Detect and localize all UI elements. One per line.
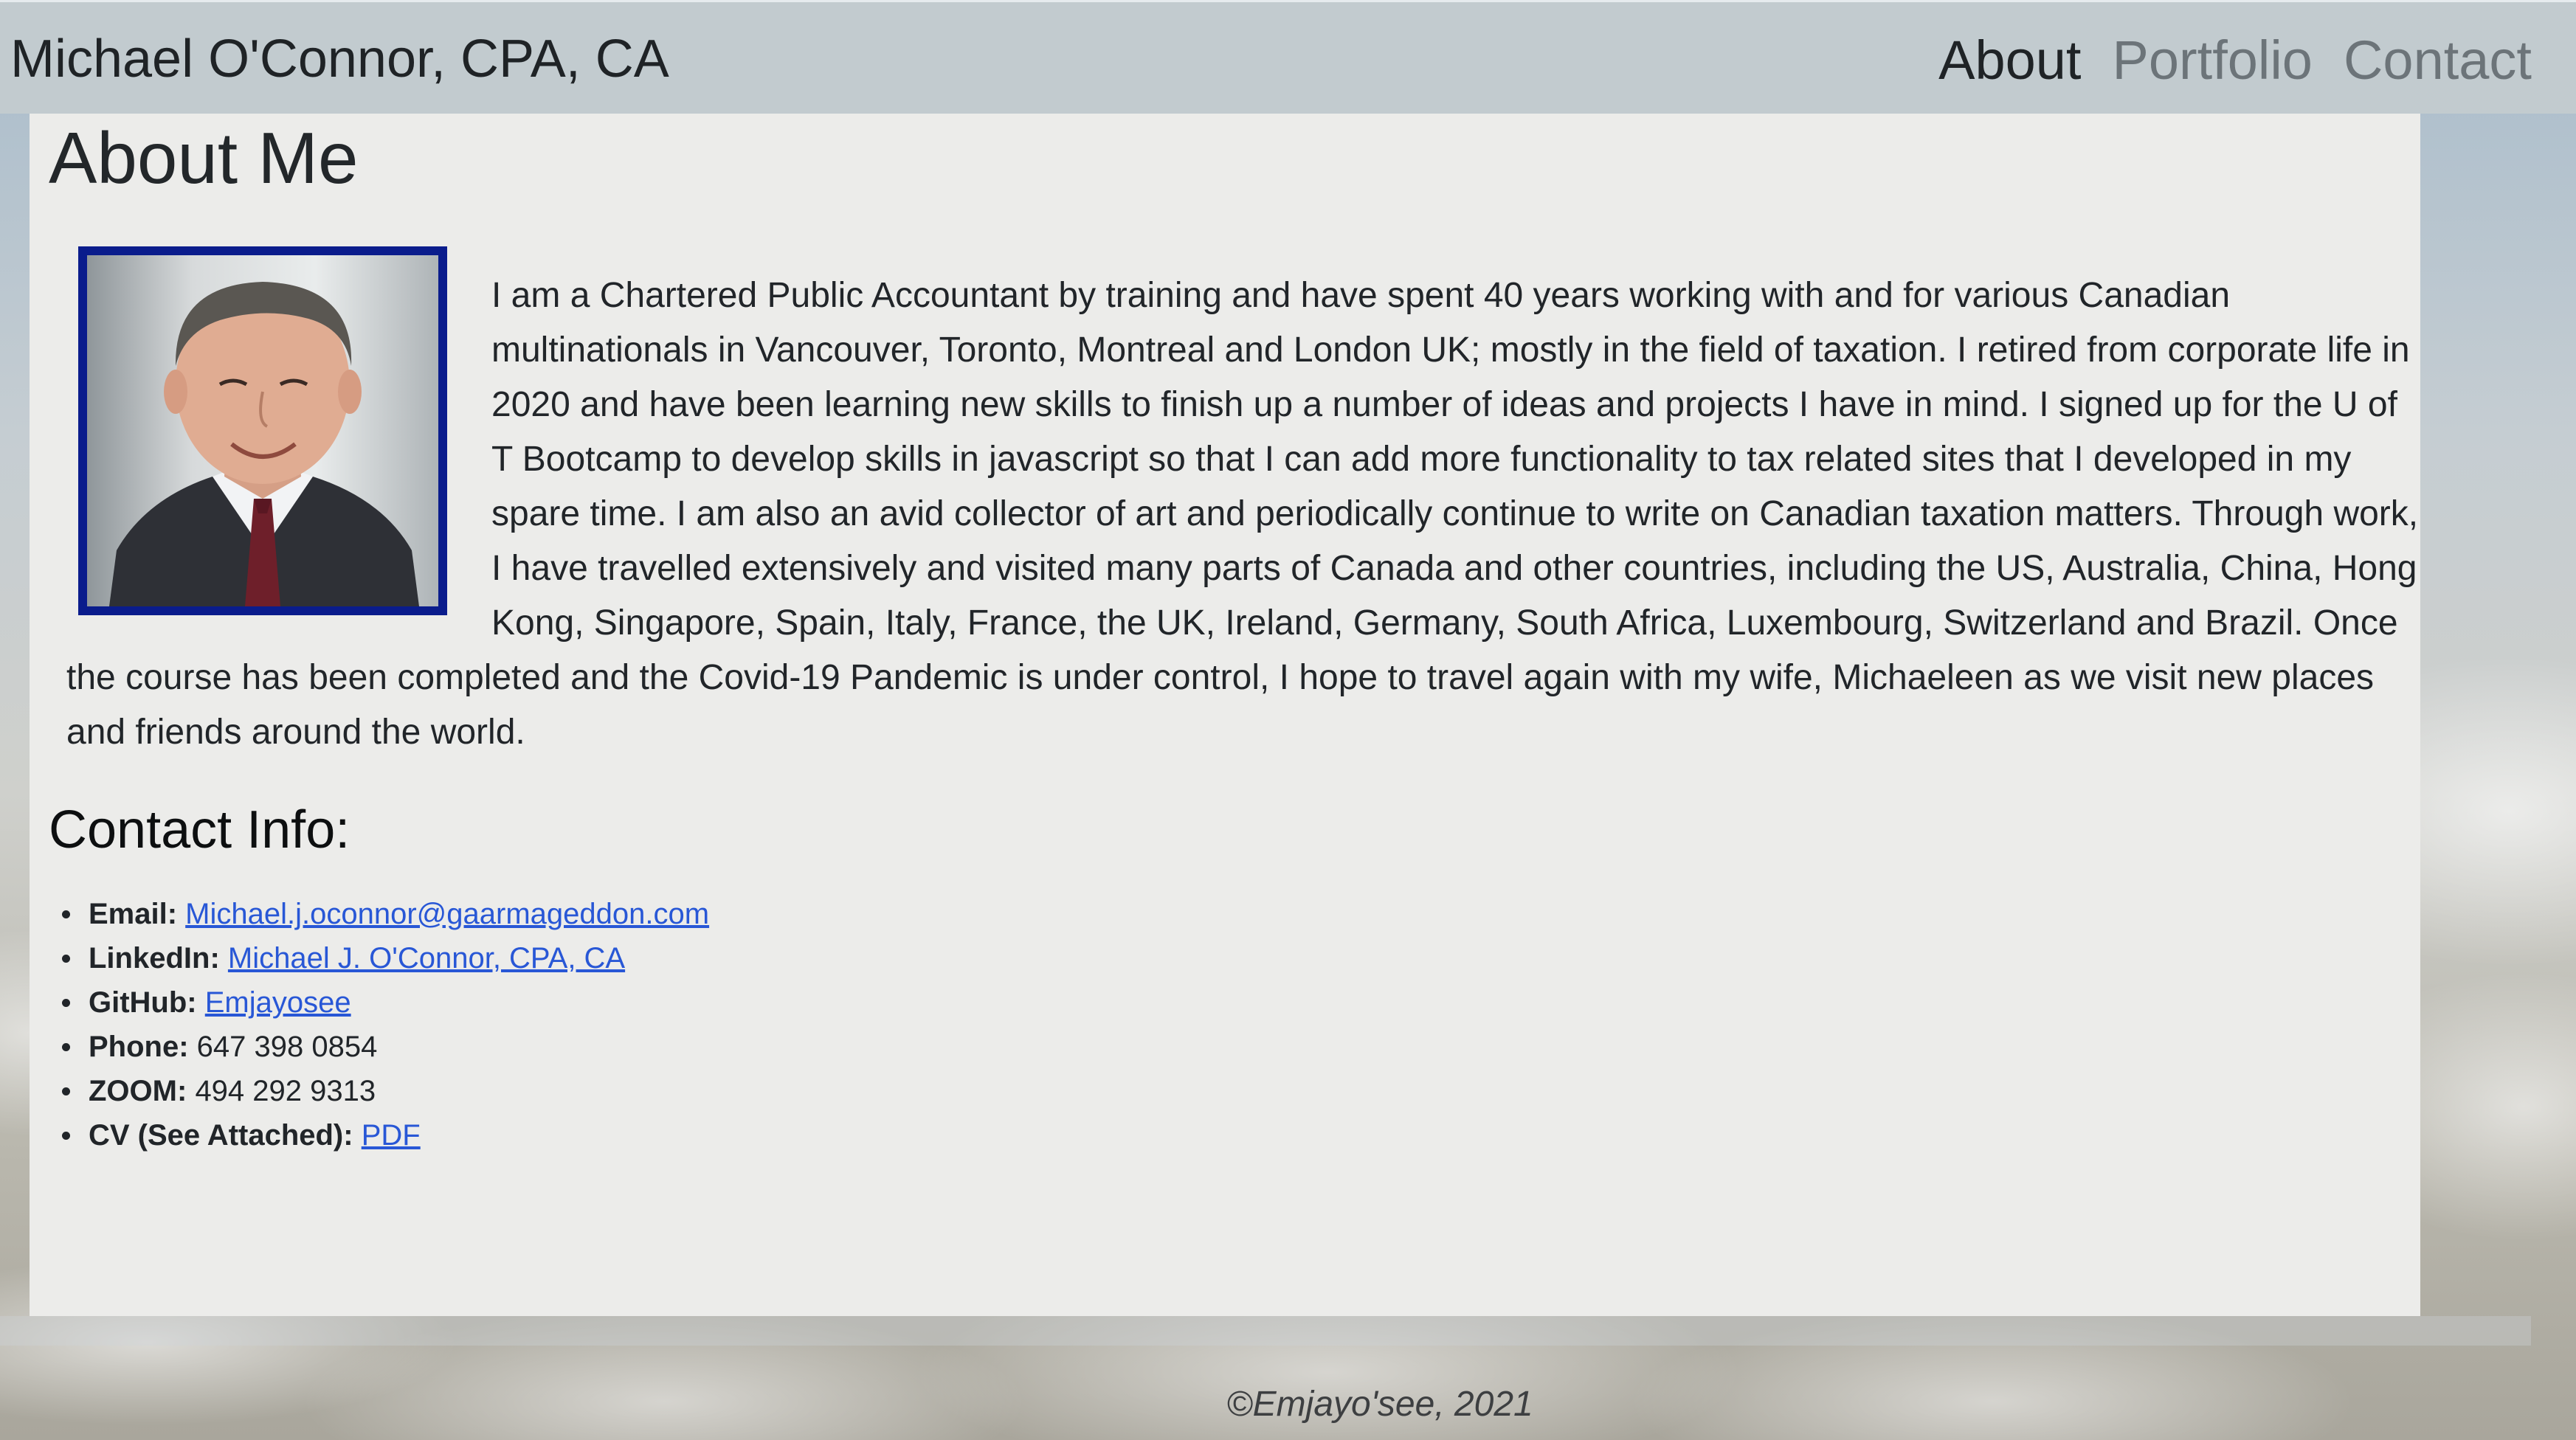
contact-label: Phone: — [89, 1031, 189, 1063]
contact-item-phone: Phone: 647 398 0854 — [59, 1025, 709, 1069]
cv-pdf-link[interactable]: PDF — [362, 1119, 421, 1152]
nav-portfolio-link[interactable]: Portfolio — [2113, 29, 2313, 91]
footer-divider — [0, 1316, 2531, 1346]
site-brand[interactable]: Michael O'Connor, CPA, CA — [10, 29, 669, 89]
navbar: Michael O'Connor, CPA, CA About Portfoli… — [0, 0, 2576, 114]
contact-label: CV (See Attached): — [89, 1119, 353, 1152]
about-section: I am a Chartered Public Accountant by tr… — [66, 246, 2420, 760]
main-nav: About Portfolio Contact — [1938, 29, 2532, 91]
contact-title: Contact Info: — [49, 800, 351, 859]
contact-label: LinkedIn: — [89, 942, 220, 975]
nav-about-link[interactable]: About — [1938, 29, 2081, 91]
contact-label: GitHub: — [89, 986, 197, 1019]
page-title: About Me — [49, 117, 359, 198]
contact-item-email: Email: Michael.j.oconnor@gaarmageddon.co… — [59, 892, 709, 936]
nav-contact-link[interactable]: Contact — [2344, 29, 2532, 91]
contact-label: ZOOM: — [89, 1075, 187, 1107]
contact-list: Email: Michael.j.oconnor@gaarmageddon.co… — [59, 892, 709, 1157]
github-link[interactable]: Emjayosee — [205, 986, 351, 1019]
linkedin-link[interactable]: Michael J. O'Connor, CPA, CA — [228, 942, 625, 975]
portrait-illustration — [109, 282, 419, 606]
about-panel: About Me I am a Chartered Public Account… — [30, 114, 2420, 1316]
email-link[interactable]: Michael.j.oconnor@gaarmageddon.com — [185, 898, 709, 930]
contact-item-github: GitHub: Emjayosee — [59, 980, 709, 1025]
zoom-number: 494 292 9313 — [195, 1075, 376, 1107]
contact-item-cv: CV (See Attached): PDF — [59, 1113, 709, 1157]
contact-label: Email: — [89, 898, 178, 930]
contact-item-linkedin: LinkedIn: Michael J. O'Connor, CPA, CA — [59, 936, 709, 980]
phone-number: 647 398 0854 — [196, 1031, 378, 1063]
footer-copyright: ©Emjayo'see, 2021 — [1226, 1385, 1533, 1424]
portrait-photo — [78, 246, 447, 615]
contact-item-zoom: ZOOM: 494 292 9313 — [59, 1069, 709, 1113]
